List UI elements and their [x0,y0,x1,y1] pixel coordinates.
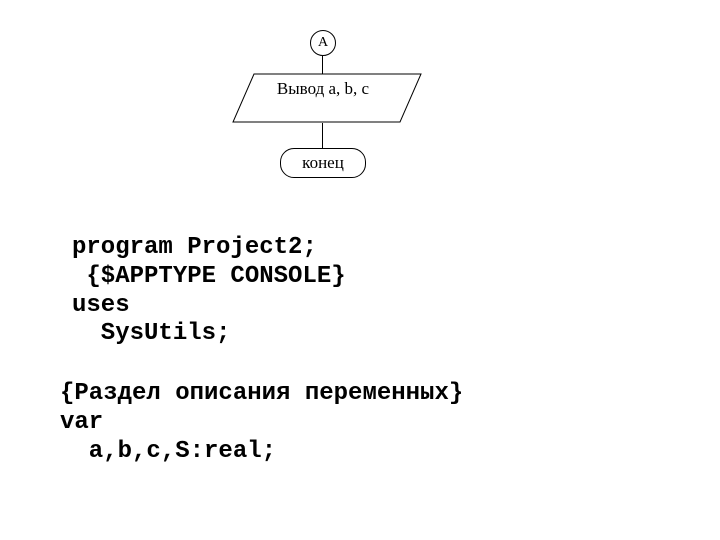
code-block-1: program Project2; {$APPTYPE CONSOLE} use… [72,234,346,349]
code-line: uses [72,292,346,321]
code-line: var [60,409,463,438]
code-line: {Раздел описания переменных} [60,380,463,409]
terminal-capsule: конец [280,148,366,178]
flow-line-2 [322,123,323,148]
code-line: SysUtils; [72,320,346,349]
terminal-text: конец [302,153,344,172]
connector-circle: A [310,30,336,56]
code-line: a,b,c,S:real; [60,438,463,467]
code-line: program Project2; [72,234,346,263]
connector-label: A [318,35,328,50]
code-line: {$APPTYPE CONSOLE} [72,263,346,292]
code-block-2: {Раздел описания переменных} var a,b,c,S… [60,380,463,466]
io-text: Вывод a, b, c [263,78,383,100]
flow-line-1 [322,56,323,74]
